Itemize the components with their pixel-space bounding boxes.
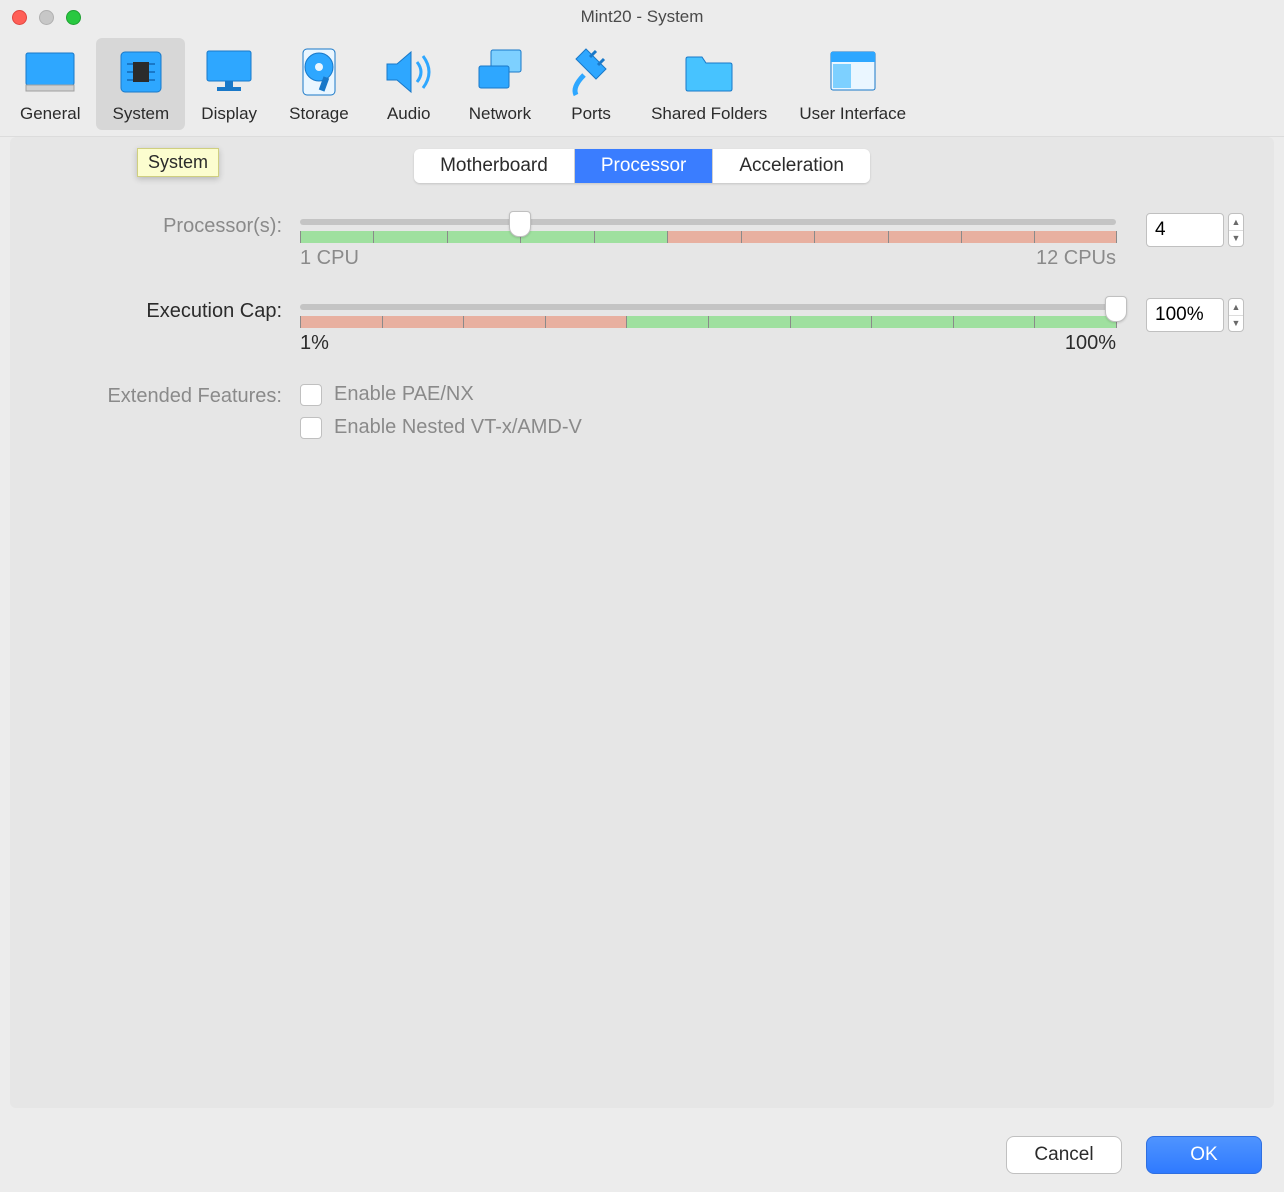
row-execution-cap: Execution Cap: xyxy=(40,298,1244,355)
storage-icon xyxy=(291,44,347,100)
processors-max: 12 CPUs xyxy=(1036,247,1116,270)
processors-step-down[interactable]: ▼ xyxy=(1229,231,1243,247)
shared-folders-icon xyxy=(681,44,737,100)
tab-acceleration[interactable]: Acceleration xyxy=(713,149,870,183)
toolbar-label: Ports xyxy=(571,104,611,124)
toolbar-label: Audio xyxy=(387,104,430,124)
execution-cap-stepper[interactable]: ▲ ▼ xyxy=(1228,298,1244,332)
toolbar-storage[interactable]: Storage xyxy=(273,38,365,130)
toolbar-label: General xyxy=(20,104,80,124)
execution-cap-label: Execution Cap: xyxy=(40,298,300,323)
network-icon xyxy=(472,44,528,100)
toolbar-network[interactable]: Network xyxy=(453,38,547,130)
tab-processor[interactable]: Processor xyxy=(575,149,714,183)
system-icon xyxy=(113,44,169,100)
ok-button[interactable]: OK xyxy=(1146,1136,1262,1174)
toolbar-label: Shared Folders xyxy=(651,104,767,124)
general-icon xyxy=(22,44,78,100)
processors-thumb[interactable] xyxy=(509,211,531,237)
extended-features-label: Extended Features: xyxy=(40,383,300,408)
execution-cap-step-down[interactable]: ▼ xyxy=(1229,316,1243,332)
audio-icon xyxy=(381,44,437,100)
category-toolbar: General System Display Storage Audio xyxy=(0,34,1284,137)
processors-stepper[interactable]: ▲ ▼ xyxy=(1228,213,1244,247)
checkbox-nested-line: Enable Nested VT-x/AMD-V xyxy=(300,416,582,439)
checkbox-pae-nx-line: Enable PAE/NX xyxy=(300,383,474,406)
settings-window: Mint20 - System General System Display xyxy=(0,0,1284,1192)
execution-cap-input[interactable] xyxy=(1146,298,1224,332)
toolbar-system[interactable]: System xyxy=(96,38,185,130)
toolbar-label: Storage xyxy=(289,104,349,124)
content-panel: Motherboard Processor Acceleration Proce… xyxy=(10,137,1274,1108)
cancel-button[interactable]: Cancel xyxy=(1006,1136,1122,1174)
toolbar-label: System xyxy=(112,104,169,124)
processors-min: 1 CPU xyxy=(300,247,359,270)
toolbar-ports[interactable]: Ports xyxy=(547,38,635,130)
checkbox-nested-vtx-label: Enable Nested VT-x/AMD-V xyxy=(334,416,582,439)
checkbox-pae-nx-label: Enable PAE/NX xyxy=(334,383,474,406)
execution-cap-step-up[interactable]: ▲ xyxy=(1229,299,1243,316)
toolbar-label: User Interface xyxy=(799,104,906,124)
checkbox-pae-nx[interactable] xyxy=(300,384,322,406)
processors-label: Processor(s): xyxy=(40,213,300,238)
processors-slider[interactable] xyxy=(300,213,1116,243)
tab-motherboard[interactable]: Motherboard xyxy=(414,149,575,183)
execution-cap-thumb[interactable] xyxy=(1105,296,1127,322)
user-interface-icon xyxy=(825,44,881,100)
toolbar-shared-folders[interactable]: Shared Folders xyxy=(635,38,783,130)
system-tabs: Motherboard Processor Acceleration xyxy=(414,149,870,183)
toolbar-audio[interactable]: Audio xyxy=(365,38,453,130)
checkbox-nested-vtx[interactable] xyxy=(300,417,322,439)
row-processors: Processor(s): xyxy=(40,213,1244,270)
execution-cap-slider[interactable] xyxy=(300,298,1116,328)
ports-icon xyxy=(563,44,619,100)
tooltip: System xyxy=(137,148,219,177)
dialog-footer: Cancel OK xyxy=(0,1118,1284,1192)
toolbar-label: Display xyxy=(201,104,257,124)
toolbar-general[interactable]: General xyxy=(4,38,96,130)
window-title: Mint20 - System xyxy=(0,7,1284,27)
toolbar-display[interactable]: Display xyxy=(185,38,273,130)
processors-step-up[interactable]: ▲ xyxy=(1229,214,1243,231)
toolbar-user-interface[interactable]: User Interface xyxy=(783,38,922,130)
row-extended-features: Extended Features: Enable PAE/NX Enable … xyxy=(40,383,1244,449)
content-wrap: Motherboard Processor Acceleration Proce… xyxy=(0,137,1284,1118)
execution-cap-min: 1% xyxy=(300,332,329,355)
display-icon xyxy=(201,44,257,100)
execution-cap-max: 100% xyxy=(1065,332,1116,355)
toolbar-label: Network xyxy=(469,104,531,124)
titlebar: Mint20 - System xyxy=(0,0,1284,34)
processors-input[interactable] xyxy=(1146,213,1224,247)
